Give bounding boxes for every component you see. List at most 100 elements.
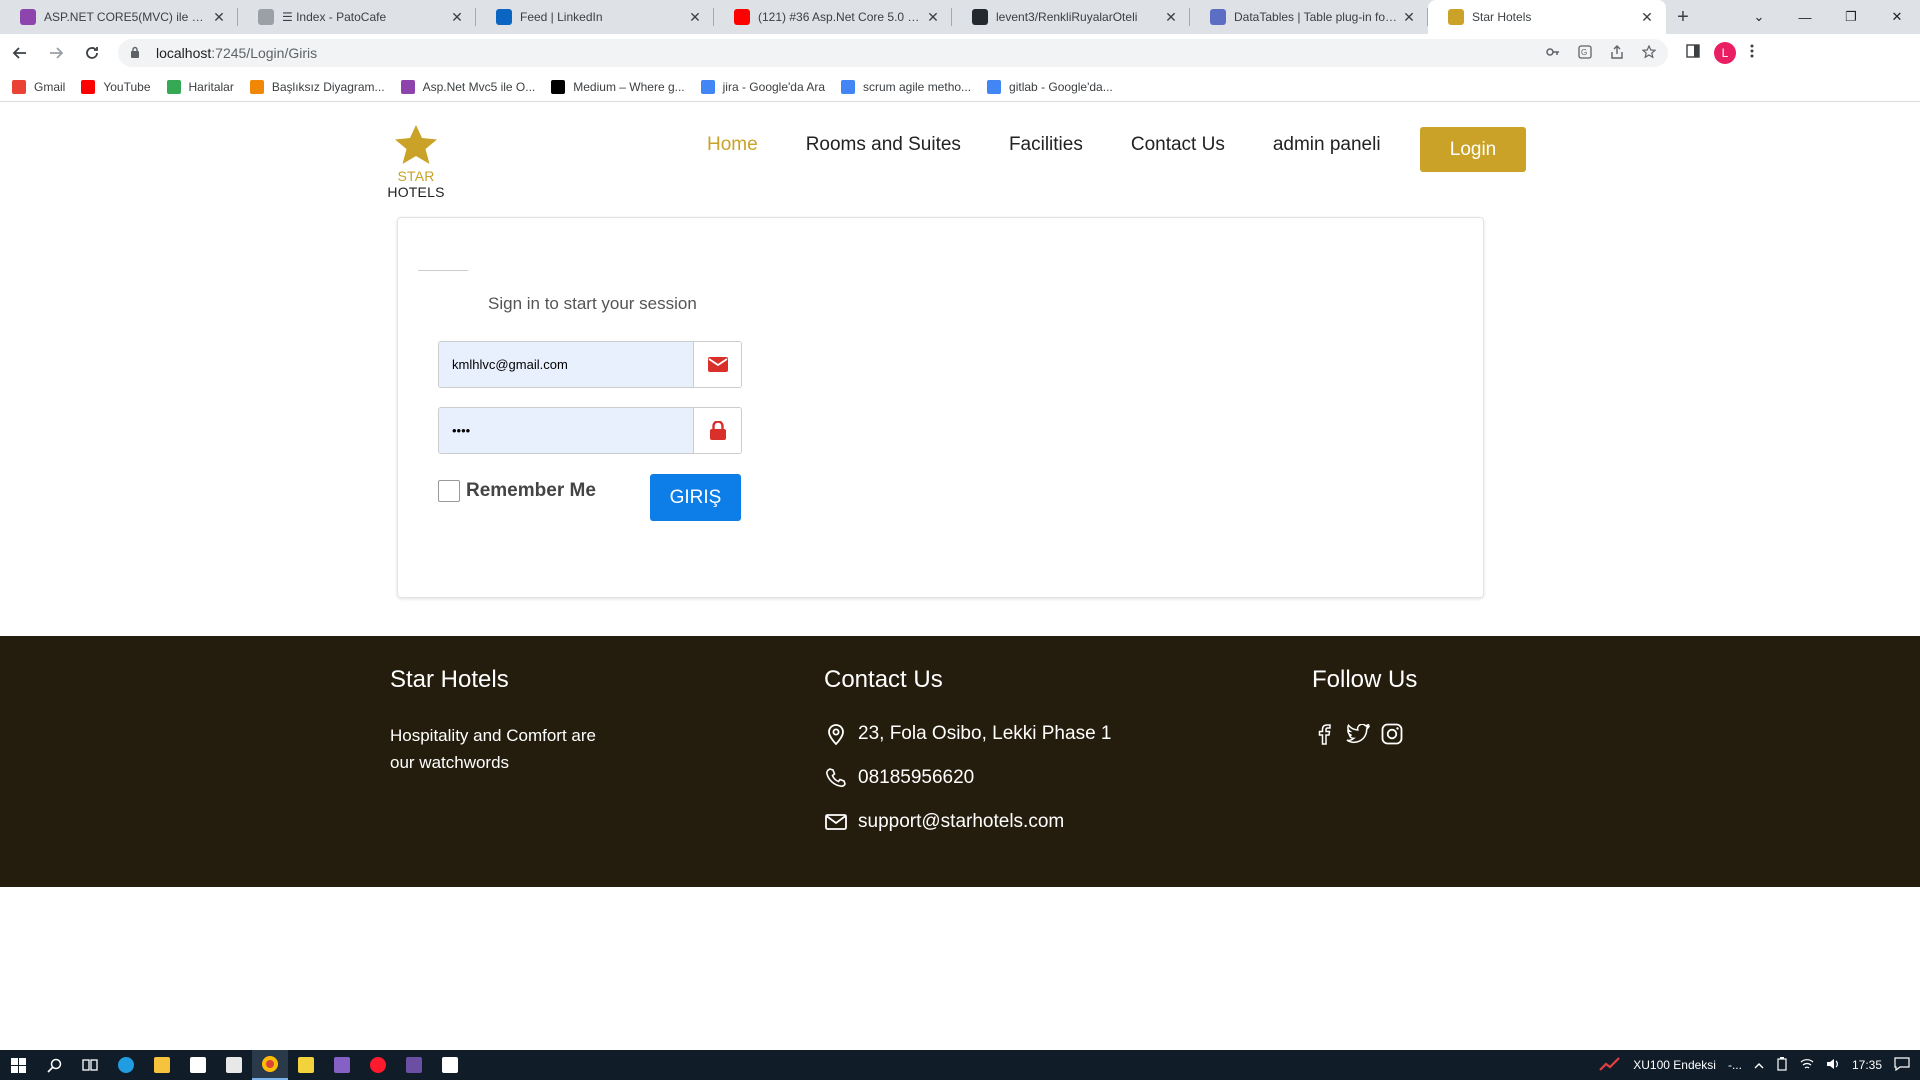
menu-kebab-icon[interactable] [1750, 44, 1754, 63]
bookmark-item[interactable]: Medium – Where g... [551, 79, 685, 94]
new-tab-button[interactable]: + [1666, 0, 1700, 34]
browser-tab[interactable]: ASP.NET CORE5(MVC) ile Cafe R✕ [0, 0, 238, 34]
footer-contact: Contact Us 23, Fola Osibo, Lekki Phase 1… [824, 666, 1111, 854]
star-icon [1448, 9, 1464, 25]
bookmark-item[interactable]: Gmail [12, 79, 65, 94]
search-icon[interactable] [36, 1050, 72, 1080]
chevron-up-icon[interactable] [1754, 1058, 1764, 1072]
bookmark-item[interactable]: Başlıksız Diyagram... [249, 79, 385, 94]
footer-email[interactable]: support@starhotels.com [858, 811, 1064, 833]
logo-text-star: STAR [397, 168, 435, 184]
stock-chart-icon [1599, 1056, 1621, 1074]
nav-rooms-and-suites[interactable]: Rooms and Suites [806, 134, 961, 156]
translate-icon[interactable]: G [1578, 44, 1592, 62]
nav-home[interactable]: Home [707, 134, 758, 156]
maps-icon [166, 79, 181, 94]
medium-icon [551, 79, 566, 94]
instagram-icon[interactable] [1380, 722, 1404, 746]
key-icon[interactable] [1546, 45, 1560, 62]
file-explorer-icon[interactable] [144, 1050, 180, 1080]
restore-icon[interactable]: ❐ [1828, 0, 1874, 34]
notification-icon[interactable] [1894, 1056, 1910, 1074]
main-navigation: Home Rooms and Suites Facilities Contact… [707, 134, 1429, 156]
drawio-icon [249, 79, 264, 94]
minimize-icon[interactable]: — [1782, 0, 1828, 34]
reload-icon[interactable] [76, 37, 108, 69]
facebook-icon[interactable] [1312, 722, 1336, 746]
footer-phone: 08185956620 [858, 767, 975, 788]
mysql-workbench-icon[interactable] [396, 1050, 432, 1080]
visual-studio-icon[interactable] [324, 1050, 360, 1080]
battery-icon[interactable] [1776, 1056, 1788, 1074]
chrome-icon[interactable] [252, 1050, 288, 1080]
profile-avatar[interactable]: L [1714, 42, 1736, 64]
stock-ticker[interactable]: XU100 Endeksi [1633, 1058, 1716, 1072]
share-icon[interactable] [1610, 44, 1624, 62]
task-view-icon[interactable] [72, 1050, 108, 1080]
close-window-icon[interactable]: ✕ [1874, 0, 1920, 34]
footer-phone-row: 08185956620 [824, 766, 1111, 790]
tab-close-icon[interactable]: ✕ [1638, 8, 1656, 26]
browser-tab[interactable]: ☰ Index - PatoCafe ✕ [238, 0, 476, 34]
windows-start-icon[interactable] [0, 1050, 36, 1080]
udemy-icon [20, 9, 36, 25]
tab-close-icon[interactable]: ✕ [448, 8, 466, 26]
logo-text-hotels: HOTELS [387, 184, 445, 200]
browser-tab[interactable]: (121) #36 Asp.Net Core 5.0 Proje ✕ [714, 0, 952, 34]
bookmark-item[interactable]: YouTube [81, 79, 151, 94]
google-icon [987, 79, 1002, 94]
opera-icon[interactable] [360, 1050, 396, 1080]
edge-icon[interactable] [108, 1050, 144, 1080]
nav-admin-panel[interactable]: admin paneli [1273, 134, 1381, 156]
tab-close-icon[interactable]: ✕ [686, 8, 704, 26]
remember-me-checkbox[interactable] [438, 480, 460, 502]
tab-search-chevron-icon[interactable]: ⌄ [1736, 0, 1782, 34]
browser-tab[interactable]: Feed | LinkedIn ✕ [476, 0, 714, 34]
bookmark-item[interactable]: jira - Google'da Ara [700, 79, 825, 94]
email-input[interactable] [439, 342, 693, 387]
browser-toolbar: localhost:7245/Login/Giris G L [0, 34, 1920, 72]
url-path: :7245/Login/Giris [211, 45, 318, 61]
nav-contact-us[interactable]: Contact Us [1131, 134, 1225, 156]
remember-me-label[interactable]: Remember Me [466, 480, 596, 502]
bookmark-label: Asp.Net Mvc5 ile O... [422, 79, 536, 94]
bookmark-star-icon[interactable] [1641, 44, 1657, 62]
tab-close-icon[interactable]: ✕ [210, 8, 228, 26]
tab-close-icon[interactable]: ✕ [1162, 8, 1180, 26]
browser-tab[interactable]: DataTables | Table plug-in for jQ ✕ [1190, 0, 1428, 34]
password-input[interactable] [439, 408, 693, 453]
sticky-notes-icon[interactable] [288, 1050, 324, 1080]
twitter-icon[interactable] [1346, 722, 1370, 746]
nav-facilities[interactable]: Facilities [1009, 134, 1083, 156]
store-icon[interactable] [180, 1050, 216, 1080]
site-logo[interactable]: STAR HOTELS [370, 124, 462, 200]
remember-me-row: Remember Me [438, 480, 596, 502]
tab-title: levent3/RenkliRuyalarOteli [996, 10, 1138, 24]
window-controls: ⌄ — ❐ ✕ [1736, 0, 1920, 34]
tab-close-icon[interactable]: ✕ [924, 8, 942, 26]
lock-icon[interactable] [130, 46, 144, 61]
bookmark-item[interactable]: scrum agile metho... [841, 79, 971, 94]
phone-icon [824, 766, 848, 790]
gmail-icon [12, 79, 26, 94]
wifi-icon[interactable] [1800, 1058, 1814, 1073]
google-icon [841, 79, 855, 94]
browser-tab[interactable]: Star Hotels ✕ [1428, 0, 1666, 34]
site-footer: Star Hotels Hospitality and Comfort are … [0, 636, 1920, 887]
bookmark-item[interactable]: Haritalar [166, 79, 234, 94]
bookmark-item[interactable]: gitlab - Google'da... [987, 79, 1113, 94]
photos-icon[interactable] [432, 1050, 468, 1080]
bookmark-item[interactable]: Asp.Net Mvc5 ile O... [400, 79, 536, 94]
address-bar[interactable]: localhost:7245/Login/Giris G [118, 39, 1668, 67]
back-icon[interactable] [4, 37, 36, 69]
forward-icon[interactable] [40, 37, 72, 69]
login-nav-button[interactable]: Login [1420, 127, 1526, 172]
browser-tab[interactable]: levent3/RenkliRuyalarOteli ✕ [952, 0, 1190, 34]
tab-close-icon[interactable]: ✕ [1400, 8, 1418, 26]
bookmark-label: Medium – Where g... [573, 79, 685, 94]
mail-app-icon[interactable] [216, 1050, 252, 1080]
side-panel-icon[interactable] [1686, 43, 1700, 63]
volume-icon[interactable] [1826, 1058, 1840, 1073]
clock-time[interactable]: 17:35 [1852, 1058, 1882, 1072]
sign-in-button[interactable]: GIRIŞ [650, 474, 741, 521]
